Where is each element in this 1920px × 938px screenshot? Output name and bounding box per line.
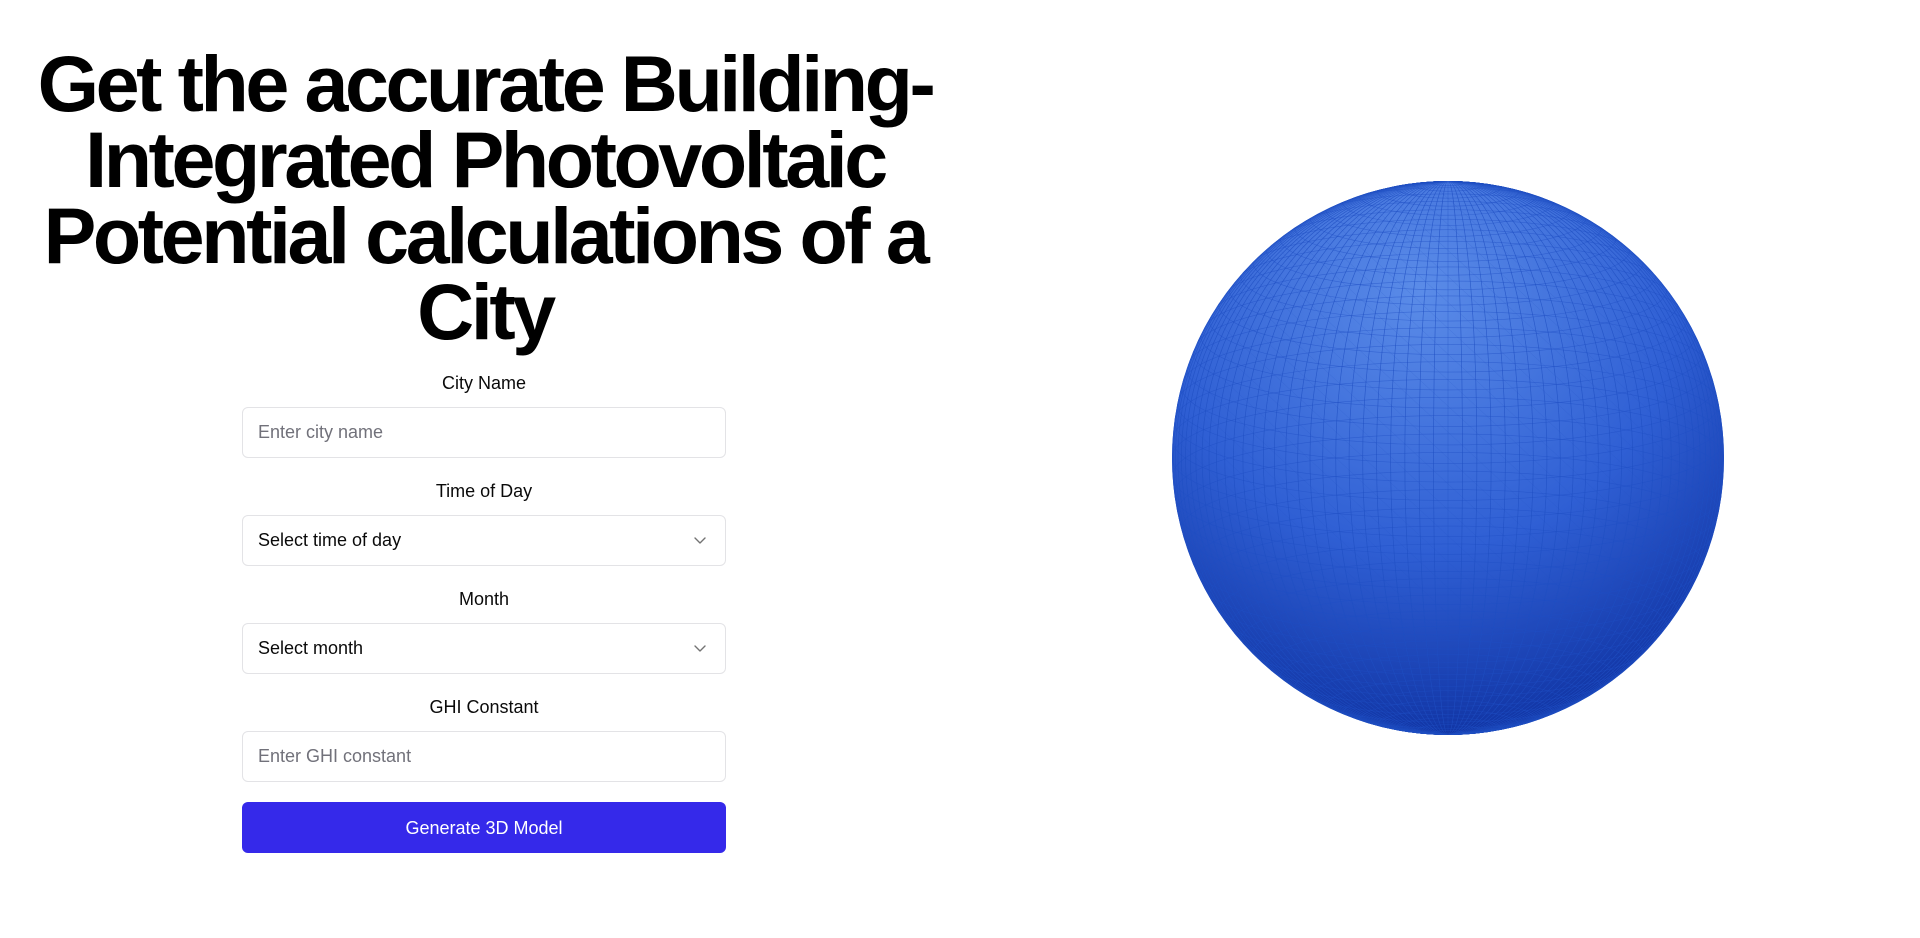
time-of-day-label: Time of Day (435, 481, 533, 501)
calculator-panel: Get the accurate Building- Integrated Ph… (0, 0, 970, 938)
month-select[interactable]: Select month (242, 623, 726, 674)
wireframe-sphere[interactable] (1170, 180, 1730, 736)
bipv-form: City Name Time of Day Select time of day… (242, 372, 726, 853)
page: Get the accurate Building- Integrated Ph… (0, 0, 1920, 938)
time-of-day-value: Select time of day (258, 530, 402, 550)
time-of-day-select[interactable]: Select time of day (242, 515, 726, 566)
ghi-constant-field (242, 731, 726, 782)
page-title: Get the accurate Building- Integrated Ph… (30, 44, 940, 351)
month-value: Select month (258, 638, 364, 658)
city-name-field (242, 407, 726, 458)
3d-model-viewer[interactable] (1170, 180, 1730, 736)
city-name-label: City Name (441, 373, 526, 393)
ghi-constant-input[interactable] (243, 732, 725, 781)
title-line: City (417, 267, 556, 356)
chevron-down-icon (694, 537, 706, 544)
chevron-down-icon (694, 645, 706, 652)
month-label: Month (458, 589, 510, 609)
city-name-input[interactable] (243, 408, 725, 457)
ghi-constant-label: GHI Constant (429, 697, 539, 717)
generate-3d-model-button[interactable]: Generate 3D Model (242, 802, 726, 853)
